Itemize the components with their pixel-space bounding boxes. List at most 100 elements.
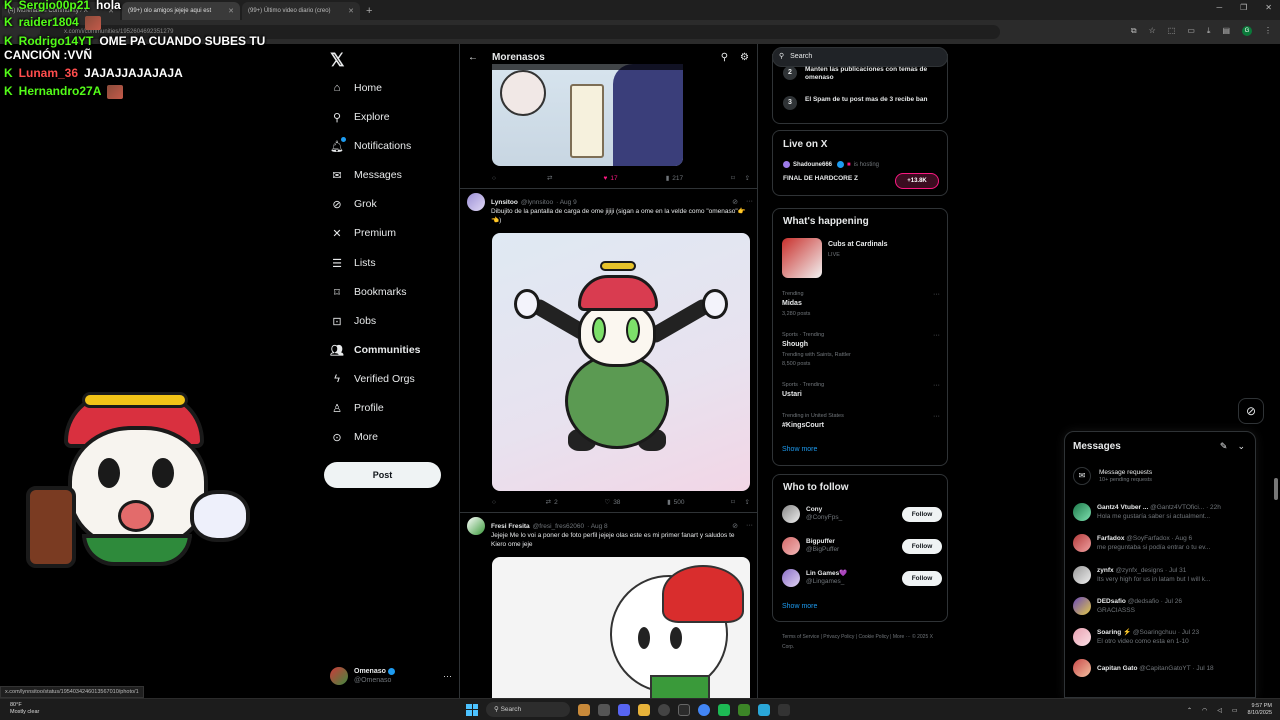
more-dots-icon[interactable]: ··· [933,291,940,298]
trend-name[interactable]: Midas [782,300,802,307]
compose-message-icon[interactable]: ✎ [1220,441,1228,452]
more-dots-icon[interactable]: ··· [933,382,940,389]
tweet-image[interactable] [492,64,683,166]
follow-button[interactable]: Follow [902,570,942,586]
trend-thumbnail[interactable] [782,238,822,278]
follow-suggestion[interactable]: Lin Games💜 @Lingames_ Follow [782,567,942,589]
page-scrollbar[interactable] [1274,478,1278,500]
nav-item-lists[interactable]: ☰ Lists [330,256,376,270]
nav-item-more[interactable]: ⊙ More [330,430,378,444]
avatar[interactable] [467,193,485,211]
more-dots-icon[interactable]: ··· [443,671,452,681]
menu-dots-icon[interactable]: ⋮ [1264,26,1272,36]
minecraft-icon[interactable] [738,703,750,716]
views-button[interactable]: ▮ 500 [667,498,684,507]
chevron-up-icon[interactable]: ⌃ [1187,707,1192,714]
nav-item-premium[interactable]: ✕ Premium [330,226,396,240]
tweet-image[interactable] [492,557,750,698]
taskbar-app-icon[interactable] [758,703,770,716]
featured-trend-title[interactable]: Cubs at Cardinals [828,241,888,248]
extensions-icon[interactable]: ⬚ [1168,26,1176,36]
system-clock[interactable]: 9:57 PM 8/10/2025 [1248,703,1272,717]
x-logo-icon[interactable]: 𝕏 [330,50,356,76]
nav-item-messages[interactable]: ✉ Messages [330,168,401,182]
trend-name[interactable]: #KingsCourt [782,422,824,429]
repost-button[interactable]: ⇄ [547,174,555,182]
close-tab-icon[interactable]: ✕ [348,7,354,15]
wifi-icon[interactable]: ◠ [1202,707,1207,714]
like-button[interactable]: ♥ 17 [604,175,618,182]
taskbar-search[interactable]: ⚲ Search [486,702,570,717]
back-arrow-icon[interactable]: ← [468,52,478,63]
message-requests[interactable]: ✉ Message requests 10+ pending requests [1073,467,1249,485]
follow-suggestion[interactable]: Bigpuffer @BigPuffer Follow [782,535,942,557]
windows-start-icon[interactable] [466,703,478,716]
footer-links[interactable]: Terms of Service | Privacy Policy | Cook… [782,632,942,652]
chrome-icon[interactable] [698,703,710,716]
nav-item-profile[interactable]: ♙ Profile [330,401,384,415]
nav-item-notifications[interactable]: 🔔︎ Notifications [330,137,411,153]
nav-item-jobs[interactable]: ⊡ Jobs [330,314,376,328]
repost-button[interactable]: ⇄ 2 [546,498,558,507]
weather-widget[interactable]: 80°F Mostly clear [10,702,39,716]
listener-count-badge[interactable]: +13.8K [895,173,939,189]
nav-item-home[interactable]: ⌂ Home [330,81,382,95]
tweet-date[interactable]: · Aug 8 [587,523,608,530]
battery-icon[interactable]: ▭ [1232,707,1238,714]
tweet-image[interactable] [492,233,750,491]
more-dots-icon[interactable]: ··· [933,332,940,339]
browser-tab[interactable]: (99+) Último video diario (creo) ✕ [242,2,360,20]
views-button[interactable]: ▮ 217 [666,174,683,183]
grok-floating-button[interactable]: ⊘ [1238,398,1264,424]
post-button[interactable]: Post [324,462,441,488]
conversation-item[interactable]: zynfx @zynfx_designs · Jul 31 Its very hi… [1073,563,1253,587]
close-tab-icon[interactable]: ✕ [228,7,234,15]
download-icon[interactable]: ⤓ [1207,26,1211,36]
more-dots-icon[interactable]: ··· [746,522,753,530]
star-icon[interactable]: ☆ [1149,26,1156,36]
taskbar-app-icon[interactable] [578,703,590,716]
trend-name[interactable]: Shough [782,341,808,348]
account-switcher[interactable]: Omenaso @Omenaso ··· [330,664,452,688]
follow-button[interactable]: Follow [902,506,942,522]
volume-icon[interactable]: ◁ [1217,707,1222,714]
taskbar-app-icon[interactable] [718,703,730,716]
taskbar-app-icon[interactable] [678,703,690,716]
obs-icon[interactable] [658,703,670,716]
more-dots-icon[interactable]: ··· [933,413,940,420]
tweet-author-name[interactable]: Lynsitoo [491,199,518,206]
bookmark-icon[interactable]: ⌑ [731,174,734,182]
reply-button[interactable]: ○ [492,499,499,506]
conversation-item[interactable]: Farfadox @SoyFarfadox · Aug 6 me pregunta… [1073,531,1253,555]
conversation-item[interactable]: Soaring ⚡ @Soaringchuu · Jul 23 El otro v… [1073,625,1253,649]
task-view-icon[interactable] [598,703,610,716]
follow-button[interactable]: Follow [902,538,942,554]
chevron-down-icon[interactable]: ⌄ [1237,441,1245,452]
file-explorer-icon[interactable] [638,703,650,716]
discord-icon[interactable] [618,703,630,716]
sidepanel-icon[interactable]: ▭ [1187,26,1195,36]
more-dots-icon[interactable]: ··· [746,198,753,206]
nav-item-communities[interactable]: 👥︎ Communities [330,343,421,357]
follow-suggestion[interactable]: Cony @ConyFps_ Follow [782,503,942,525]
host-name[interactable]: Shadoune666 [793,162,832,168]
reply-button[interactable]: ○ [492,175,499,182]
conversation-item[interactable]: DEDsafio @dedsafio · Jul 26 GRACIASSS [1073,594,1253,618]
profile-avatar[interactable]: G [1242,26,1252,36]
gear-icon[interactable]: ⚙ [740,52,749,63]
minimize-icon[interactable]: ─ [1216,3,1222,12]
tweet-author-name[interactable]: Fresi Fresita [491,523,530,530]
nav-item-explore[interactable]: ⚲ Explore [330,110,390,124]
new-tab-button[interactable]: + [366,2,372,20]
bookmark-icon[interactable]: ⌑ [731,498,734,506]
nav-item-bookmarks[interactable]: ⌑ Bookmarks [330,285,406,299]
tweet-author-handle[interactable]: @fresi_fres62060 [533,523,584,530]
close-window-icon[interactable]: ✕ [1265,3,1272,12]
nav-item-grok[interactable]: ⊘ Grok [330,197,376,211]
grok-icon[interactable]: ⊘ [732,522,738,530]
show-more-link[interactable]: Show more [782,603,817,610]
layout-icon[interactable]: ▤ [1222,26,1230,36]
tweet-author-handle[interactable]: @lynnsitoo [521,199,553,206]
space-title[interactable]: FINAL DE HARDCORE Z [783,175,858,182]
show-more-link[interactable]: Show more [782,446,817,453]
